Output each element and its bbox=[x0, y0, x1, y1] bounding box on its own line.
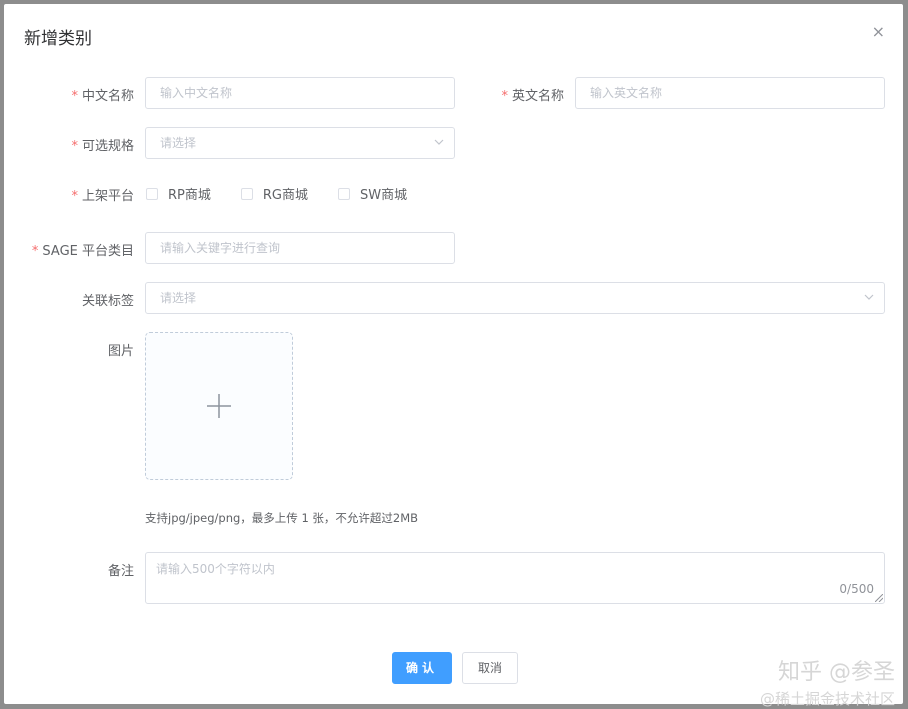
tags-label: 关联标签 bbox=[81, 294, 134, 309]
image-upload-area[interactable] bbox=[145, 332, 293, 480]
cn-name-input[interactable]: 输入中文名称 bbox=[145, 77, 455, 109]
checkbox-sw-mall[interactable]: SW商城 bbox=[337, 184, 408, 203]
checkbox-rg-mall[interactable]: RG商城 bbox=[240, 184, 308, 203]
dialog-title: 新增类别 bbox=[24, 29, 92, 49]
platform-label: * 上架平台 bbox=[71, 189, 134, 204]
sage-category-label: * SAGE 平台类目 bbox=[31, 244, 134, 259]
remark-label: 备注 bbox=[107, 564, 134, 579]
checkbox-label: RG商城 bbox=[262, 188, 308, 203]
en-name-placeholder: 输入英文名称 bbox=[590, 86, 663, 100]
checkbox-label: RP商城 bbox=[168, 188, 211, 203]
checkbox-box[interactable] bbox=[146, 187, 158, 200]
spec-select[interactable]: 请选择 bbox=[145, 127, 455, 159]
remark-placeholder: 请输入500个字符以内 bbox=[156, 562, 275, 576]
checkbox-label: SW商城 bbox=[359, 188, 408, 203]
close-icon[interactable]: × bbox=[872, 24, 885, 40]
checkbox-box[interactable] bbox=[337, 187, 350, 200]
add-category-dialog: 新增类别 × * 中文名称 输入中文名称 * 英文名称 输入英文名称 * 可选规格 请… bbox=[4, 4, 903, 708]
tags-select[interactable]: 请选择 bbox=[145, 282, 885, 314]
image-label: 图片 bbox=[107, 344, 134, 359]
spec-label: * 可选规格 bbox=[71, 139, 134, 154]
chevron-down-icon bbox=[864, 294, 874, 300]
sage-placeholder: 请输入关键字进行查询 bbox=[160, 241, 281, 255]
cn-name-placeholder: 输入中文名称 bbox=[160, 86, 233, 100]
platform-checkbox-group: RP商城 RG商城 SW商城 bbox=[146, 184, 437, 203]
watermark-line2: @稀土掘金技术社区 bbox=[759, 690, 895, 708]
remark-textarea[interactable]: 请输入500个字符以内 0/500 bbox=[145, 552, 885, 604]
watermark: 知乎 @参圣 @稀土掘金技术社区 bbox=[760, 654, 895, 709]
plus-icon bbox=[207, 394, 231, 418]
resize-handle-icon[interactable] bbox=[875, 594, 883, 602]
spec-placeholder: 请选择 bbox=[160, 136, 197, 150]
tags-placeholder: 请选择 bbox=[160, 291, 197, 305]
en-name-label: * 英文名称 bbox=[501, 89, 564, 104]
cancel-button[interactable]: 取消 bbox=[462, 652, 518, 684]
watermark-line1: 知乎 @参圣 bbox=[778, 660, 895, 685]
chevron-down-icon bbox=[434, 139, 444, 145]
upload-tip: 支持jpg/jpeg/png，最多上传 1 张，不允许超过2MB bbox=[145, 511, 419, 525]
checkbox-rp-mall[interactable]: RP商城 bbox=[146, 184, 211, 203]
cn-name-label: * 中文名称 bbox=[71, 89, 134, 104]
en-name-input[interactable]: 输入英文名称 bbox=[575, 77, 885, 109]
checkbox-box[interactable] bbox=[240, 187, 253, 200]
confirm-button[interactable]: 确认 bbox=[392, 652, 452, 684]
sage-category-input[interactable]: 请输入关键字进行查询 bbox=[145, 232, 455, 264]
char-counter: 0/500 bbox=[839, 582, 874, 596]
